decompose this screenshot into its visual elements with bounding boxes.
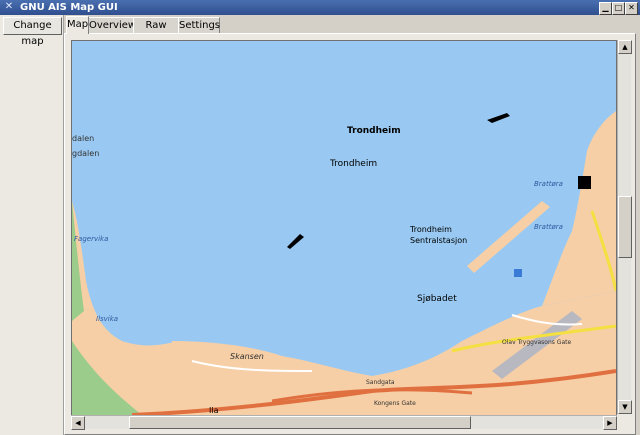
label-sjobadet: Sjøbadet [417,294,457,304]
label-dalen: dalen [72,134,94,143]
scroll-right-icon[interactable]: ▶ [603,416,617,430]
label-gdalen: gdalen [72,149,99,158]
map-canvas[interactable]: dalen gdalen Trondheim Trondheim Trondhe… [72,41,616,415]
horizontal-scrollbar[interactable]: ◀ ▶ [71,415,617,430]
vertical-scrollbar[interactable]: ▲ ▼ [617,40,632,414]
tab-overview[interactable]: Overview [88,17,136,33]
scroll-left-icon[interactable]: ◀ [71,416,85,430]
ship-marker[interactable] [578,176,591,189]
label-kongens-gate: Kongens Gate [374,400,416,407]
title-bar[interactable]: ✕ GNU AIS Map GUI ▁ □ ✕ [0,0,640,15]
tab-settings[interactable]: Settings [178,17,220,33]
vertical-scroll-thumb[interactable] [618,196,632,258]
map-view[interactable]: dalen gdalen Trondheim Trondheim Trondhe… [71,40,617,416]
label-sandgata: Sandgata [366,379,395,386]
change-map-button[interactable]: Change map [3,17,62,47]
label-ilsvika: Ilsvika [96,315,118,323]
label-sentralstasjon-2: Sentralstasjon [410,236,467,245]
label-fagervika: Fagervika [74,235,108,243]
scroll-down-icon[interactable]: ▼ [618,400,632,414]
label-trondheim: Trondheim [329,159,377,169]
label-brattora-2: Brattøra [534,223,563,231]
label-olav-tryggvasons-gate: Olav Tryggvasons Gate [502,339,571,346]
label-trondheim-bold: Trondheim [347,126,401,136]
label-ila: Ila [209,406,219,415]
scroll-up-icon[interactable]: ▲ [618,40,632,54]
minimize-button[interactable]: ▁ [599,2,612,15]
tab-raw-data[interactable]: Raw data [133,17,179,46]
station-icon [514,269,522,277]
tab-map[interactable]: Map [66,16,89,34]
label-sentralstasjon-1: Trondheim [409,225,452,234]
left-panel: Change map [0,15,64,435]
close-button[interactable]: ✕ [625,2,638,15]
horizontal-scroll-thumb[interactable] [129,416,471,429]
maximize-button[interactable]: □ [612,2,625,15]
app-icon[interactable]: ✕ [3,1,15,13]
window-title: GNU AIS Map GUI [20,2,118,13]
label-skansen: Skansen [230,352,264,361]
label-brattora-1: Brattøra [534,180,563,188]
